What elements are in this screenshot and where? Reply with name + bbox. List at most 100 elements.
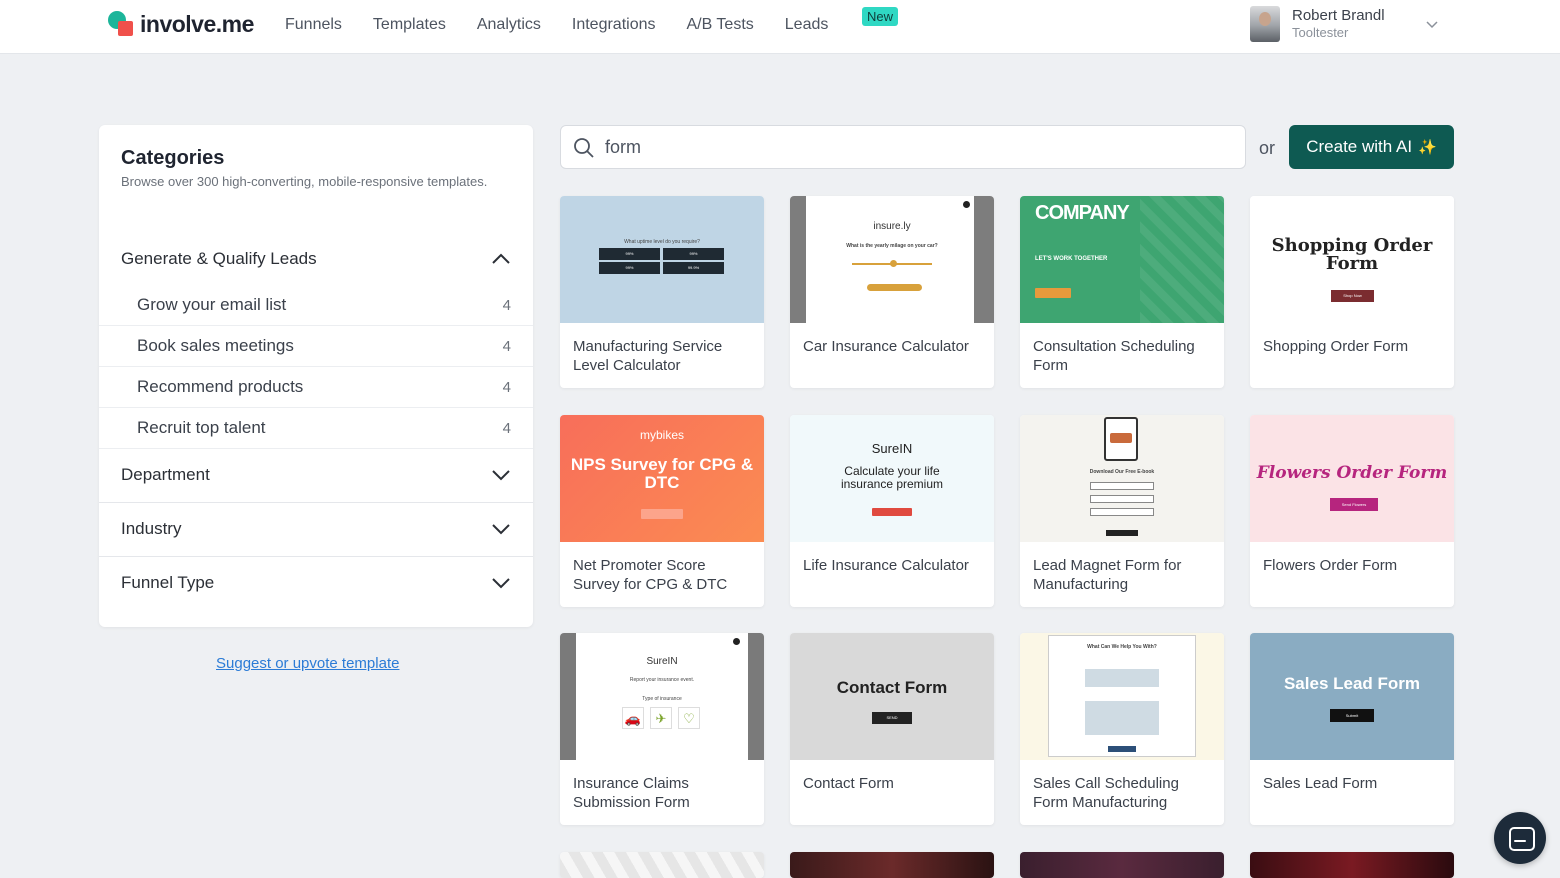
user-org: Tooltester	[1292, 25, 1349, 40]
avatar	[1250, 6, 1280, 42]
template-search-input[interactable]: form	[560, 125, 1246, 169]
chat-launcher-button[interactable]	[1494, 812, 1546, 864]
suggest-template-link[interactable]: Suggest or upvote template	[216, 655, 399, 672]
thumb-logo: SureIN	[646, 656, 678, 667]
logo[interactable]: involve.me	[108, 10, 254, 38]
template-thumbnail: Shopping Order Form Shop Now	[1250, 196, 1454, 323]
chevron-up-icon	[492, 253, 510, 264]
nav-leads[interactable]: Leads	[785, 14, 829, 36]
thumb-button: Shop Now	[1331, 290, 1374, 302]
template-card[interactable]: insure.ly What is the yearly milage on y…	[790, 196, 994, 388]
ai-button-label: Create with AI	[1306, 137, 1413, 156]
categories-description: Browse over 300 high-converting, mobile-…	[121, 174, 488, 189]
sidebar-item-recommend-products[interactable]: Recommend products 4	[99, 367, 533, 408]
template-card[interactable]	[790, 852, 994, 878]
sidebar-item-label: Book sales meetings	[137, 336, 294, 355]
template-card[interactable]: What Can We Help You With? Sales Call Sc…	[1020, 633, 1224, 825]
thumb-title: Shopping Order Form	[1271, 235, 1433, 274]
sidebar-item-count: 4	[502, 378, 511, 396]
close-icon	[733, 638, 740, 645]
template-card[interactable]: Download Our Free E-book Lead Magnet For…	[1020, 415, 1224, 607]
template-title: Consultation Scheduling Form	[1033, 338, 1195, 374]
section-department[interactable]: Department	[99, 448, 533, 502]
nav-ab-tests[interactable]: A/B Tests	[686, 14, 753, 36]
logo-text: involve.me	[140, 10, 254, 37]
section-label: Department	[121, 465, 210, 484]
thumb-title: Flowers Order Form	[1256, 463, 1448, 483]
thumb-button: 99%	[599, 248, 660, 260]
create-with-ai-button[interactable]: Create with AI ✨	[1289, 125, 1454, 169]
sparkle-icon: ✨	[1418, 139, 1437, 156]
sidebar-item-count: 4	[502, 337, 511, 355]
template-title: Sales Lead Form	[1263, 775, 1378, 792]
thumb-text: What Can We Help You With?	[1087, 644, 1157, 650]
template-thumbnail: Sales Lead Form Submit	[1250, 633, 1454, 760]
user-menu[interactable]: Robert Brandl Tooltester	[1250, 6, 1385, 42]
template-thumbnail: insure.ly What is the yearly milage on y…	[790, 196, 994, 323]
thumb-logo: COMPANY	[1035, 202, 1130, 224]
section-funnel-type[interactable]: Funnel Type	[99, 556, 533, 610]
template-card[interactable]: Contact Form SEND Contact Form	[790, 633, 994, 825]
sidebar-item-recruit-talent[interactable]: Recruit top talent 4	[99, 408, 533, 449]
template-title: Life Insurance Calculator	[803, 557, 969, 574]
thumb-logo: insure.ly	[873, 221, 911, 232]
template-card[interactable]: mybikes NPS Survey for CPG & DTC Net Pro…	[560, 415, 764, 607]
template-title: Lead Magnet Form for Manufacturing	[1033, 557, 1182, 593]
main-nav: Funnels Templates Analytics Integrations…	[285, 14, 859, 36]
template-card[interactable]: Sales Lead Form Submit Sales Lead Form	[1250, 633, 1454, 825]
section-industry[interactable]: Industry	[99, 502, 533, 556]
thumb-subtext: Type of insurance	[642, 696, 682, 702]
thumb-button: 99%	[663, 248, 724, 260]
search-icon	[574, 138, 594, 158]
heart-icon: ♡	[678, 707, 700, 729]
section-label: Funnel Type	[121, 573, 215, 592]
thumb-button: Send Flowers	[1330, 498, 1378, 511]
new-badge: New	[862, 7, 899, 26]
template-thumbnail: SureIN Report your insurance event. Type…	[560, 633, 764, 760]
template-title: Shopping Order Form	[1263, 338, 1409, 355]
top-navbar: involve.me Funnels Templates Analytics I…	[0, 0, 1560, 54]
template-card[interactable]	[560, 852, 764, 878]
categories-title: Categories	[121, 147, 225, 169]
template-card[interactable]: SureIN Calculate your life insurance pre…	[790, 415, 994, 607]
sidebar-item-grow-email-list[interactable]: Grow your email list 4	[99, 285, 533, 326]
template-card[interactable]	[1250, 852, 1454, 878]
chevron-down-icon[interactable]	[1426, 18, 1438, 30]
template-card[interactable]: SureIN Report your insurance event. Type…	[560, 633, 764, 825]
logo-icon	[108, 11, 134, 37]
template-thumbnail: What uptime level do you require? 99% 99…	[560, 196, 764, 323]
thumb-button: 99.9%	[663, 262, 724, 274]
thumb-title: Contact Form	[836, 678, 948, 697]
nav-funnels[interactable]: Funnels	[285, 14, 342, 36]
sidebar-item-label: Recruit top talent	[137, 418, 266, 437]
nav-templates[interactable]: Templates	[373, 14, 446, 36]
sidebar-item-count: 4	[502, 419, 511, 437]
section-generate-leads[interactable]: Generate & Qualify Leads	[99, 232, 533, 286]
template-card[interactable]: What uptime level do you require? 99% 99…	[560, 196, 764, 388]
thumb-text: LET'S WORK TOGETHER	[1035, 256, 1108, 262]
nav-analytics[interactable]: Analytics	[477, 14, 541, 36]
chevron-down-icon	[492, 470, 510, 481]
template-card[interactable]: Shopping Order Form Shop Now Shopping Or…	[1250, 196, 1454, 388]
sidebar-item-label: Grow your email list	[137, 295, 287, 314]
template-title: Flowers Order Form	[1263, 557, 1398, 574]
user-name: Robert Brandl	[1292, 7, 1385, 24]
thumb-logo: mybikes	[639, 428, 684, 442]
thumb-text: What is the yearly milage on your car?	[846, 243, 938, 249]
nav-integrations[interactable]: Integrations	[572, 14, 656, 36]
thumb-text: Report your insurance event.	[629, 677, 695, 683]
template-thumbnail: COMPANY LET'S WORK TOGETHER	[1020, 196, 1224, 323]
thumb-button: 99%	[599, 262, 660, 274]
template-title: Insurance Claims Submission Form	[573, 775, 690, 811]
template-card[interactable]: Flowers Order Form Send Flowers Flowers …	[1250, 415, 1454, 607]
template-thumbnail: What Can We Help You With?	[1020, 633, 1224, 760]
chevron-down-icon	[492, 524, 510, 535]
section-label: Generate & Qualify Leads	[121, 249, 317, 268]
section-label: Industry	[121, 519, 182, 538]
thumb-text: What uptime level do you require?	[624, 239, 700, 245]
thumb-button: Submit	[1330, 709, 1374, 722]
thumb-logo: SureIN	[871, 441, 913, 456]
sidebar-item-book-meetings[interactable]: Book sales meetings 4	[99, 326, 533, 367]
template-card[interactable]	[1020, 852, 1224, 878]
template-card[interactable]: COMPANY LET'S WORK TOGETHER Consultation…	[1020, 196, 1224, 388]
